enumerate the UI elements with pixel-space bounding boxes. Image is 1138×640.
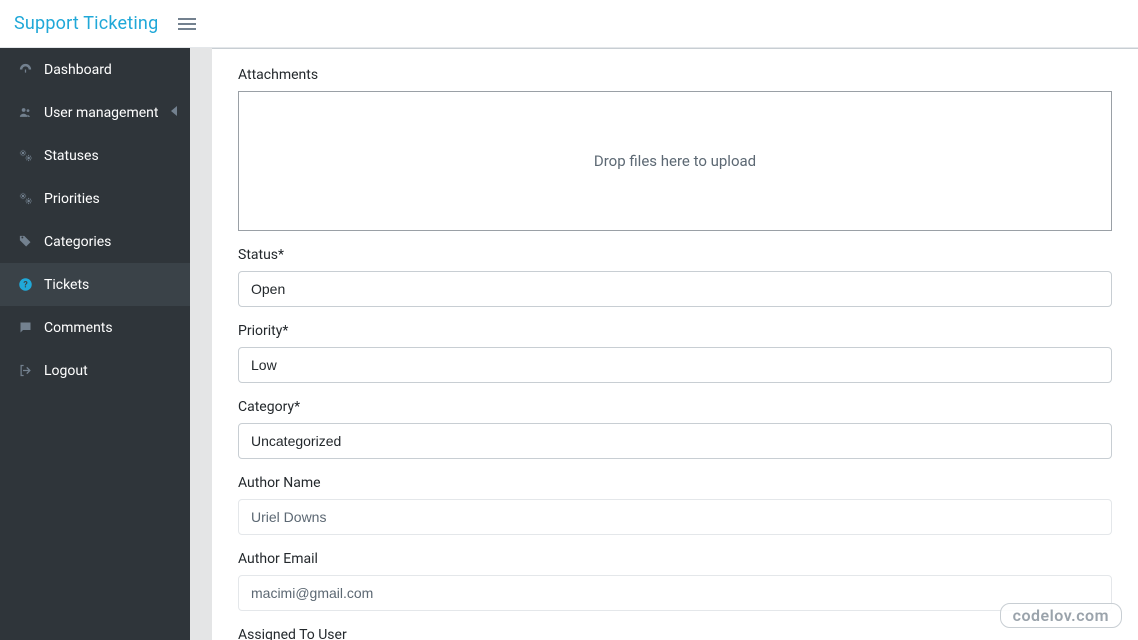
attachments-dropzone[interactable]: Drop files here to upload [238,91,1112,231]
sidebar-item-label: Statuses [44,148,99,164]
brand-title[interactable]: Support Ticketing [14,13,158,34]
sidebar-item-statuses[interactable]: Statuses [0,134,190,177]
sidebar-item-categories[interactable]: Categories [0,220,190,263]
field-priority: Priority* Low [238,323,1112,383]
gears-icon [14,148,36,163]
sidebar-item-label: User management [44,105,158,121]
sidebar-item-user-management[interactable]: User management [0,91,190,134]
topbar: Support Ticketing [0,0,1138,48]
status-select[interactable]: Open [238,271,1112,307]
author-name-input[interactable] [238,499,1112,535]
priority-label: Priority* [238,323,1112,339]
field-author-name: Author Name [238,475,1112,535]
status-label: Status* [238,247,1112,263]
author-email-input[interactable] [238,575,1112,611]
gears-icon [14,191,36,206]
sidebar-item-priorities[interactable]: Priorities [0,177,190,220]
field-assigned-to: Assigned To User [238,627,1112,640]
sidebar-item-logout[interactable]: Logout [0,349,190,392]
svg-text:?: ? [23,281,28,291]
assigned-to-label: Assigned To User [238,627,1112,640]
sidebar-item-label: Priorities [44,191,100,207]
sidebar-item-comments[interactable]: Comments [0,306,190,349]
sidebar-item-label: Logout [44,363,88,379]
menu-toggle-button[interactable] [172,12,202,36]
users-icon [14,105,36,120]
comment-icon [14,320,36,335]
content-area: Attachments Drop files here to upload St… [190,48,1138,640]
field-category: Category* Uncategorized [238,399,1112,459]
signout-icon [14,363,36,378]
sidebar: Dashboard User management Statuses Prior… [0,48,190,640]
field-attachments: Attachments Drop files here to upload [238,67,1112,231]
sidebar-item-label: Tickets [44,277,89,293]
attachments-label: Attachments [238,67,1112,83]
tags-icon [14,234,36,249]
author-name-label: Author Name [238,475,1112,491]
category-select[interactable]: Uncategorized [238,423,1112,459]
category-label: Category* [238,399,1112,415]
chevron-left-icon [171,106,178,119]
sidebar-item-label: Categories [44,234,111,250]
field-author-email: Author Email [238,551,1112,611]
watermark: codelov.com [1000,603,1122,628]
dropzone-text: Drop files here to upload [594,152,756,170]
author-email-label: Author Email [238,551,1112,567]
priority-select[interactable]: Low [238,347,1112,383]
sidebar-item-dashboard[interactable]: Dashboard [0,48,190,91]
sidebar-item-label: Comments [44,320,113,336]
question-circle-icon: ? [14,277,36,292]
sidebar-item-label: Dashboard [44,62,112,78]
field-status: Status* Open [238,247,1112,307]
dashboard-icon [14,62,36,77]
sidebar-item-tickets[interactable]: ? Tickets [0,263,190,306]
